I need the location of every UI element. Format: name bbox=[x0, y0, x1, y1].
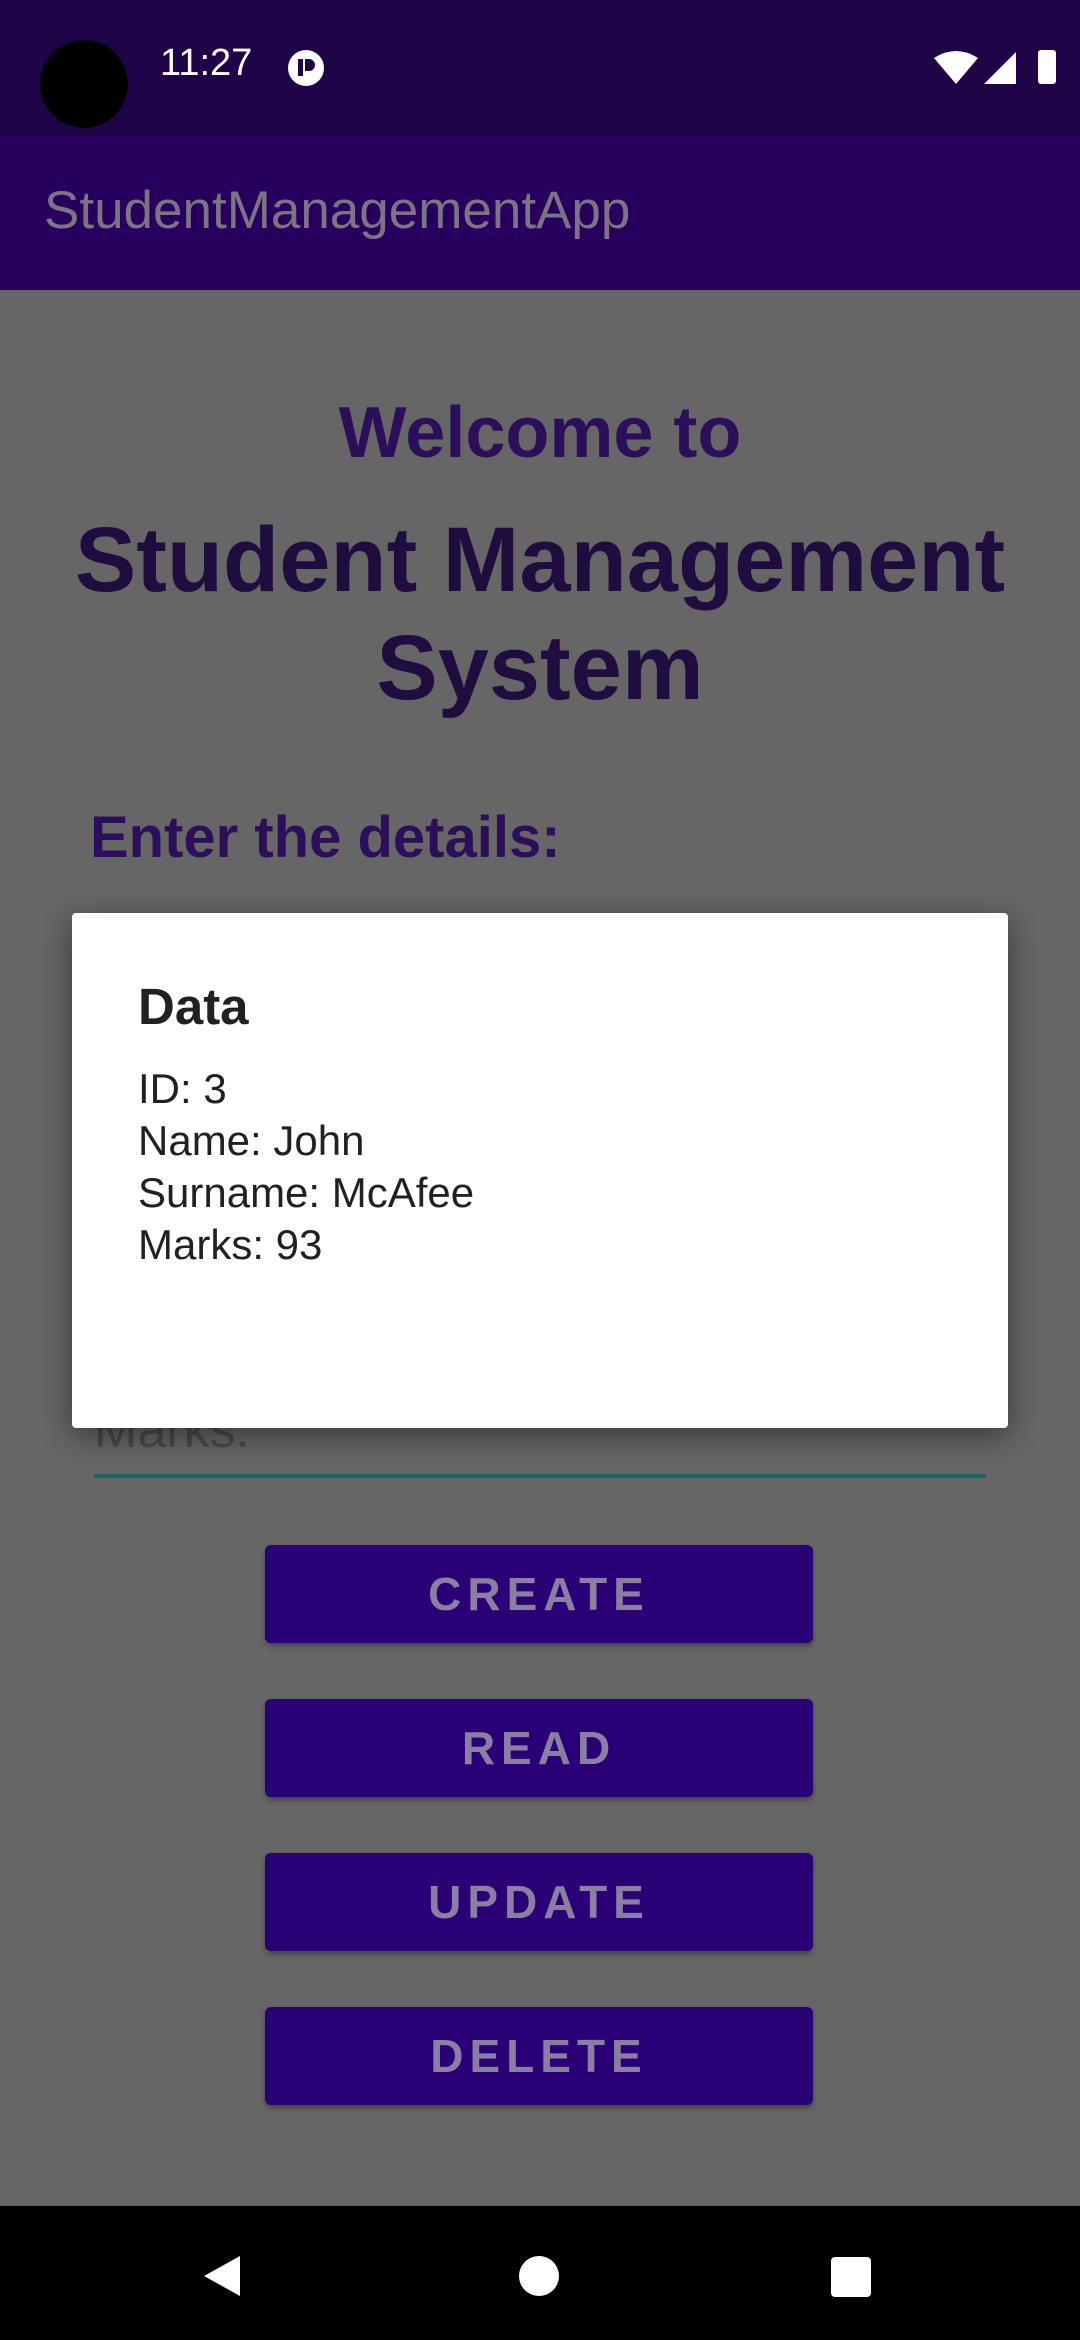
app-title: StudentManagementApp bbox=[44, 181, 631, 240]
dialog-id-line: ID: 3 bbox=[138, 1065, 227, 1112]
navigation-bar bbox=[0, 2206, 1080, 2340]
read-button[interactable]: READ bbox=[265, 1699, 813, 1797]
data-dialog[interactable]: Data ID: 3 Name: John Surname: McAfee Ma… bbox=[72, 913, 1008, 1428]
wifi-icon bbox=[934, 51, 978, 84]
dialog-title: Data bbox=[138, 978, 249, 1035]
dialog-marks-line: Marks: 93 bbox=[138, 1221, 323, 1268]
camera-cutout bbox=[40, 40, 128, 128]
cellular-signal-icon bbox=[984, 52, 1016, 84]
welcome-heading: Welcome to bbox=[338, 393, 742, 473]
status-time: 11:27 bbox=[160, 42, 253, 84]
battery-icon bbox=[1038, 50, 1056, 84]
system-title-line1: Student Management bbox=[74, 509, 1006, 611]
dialog-body: ID: 3 Name: John Surname: McAfee Marks: … bbox=[138, 1063, 474, 1271]
dialog-name-line: Name: John bbox=[138, 1117, 365, 1164]
back-icon[interactable] bbox=[200, 2254, 244, 2298]
notification-app-icon bbox=[288, 50, 324, 86]
delete-button[interactable]: DELETE bbox=[265, 2007, 813, 2105]
update-button[interactable]: UPDATE bbox=[265, 1853, 813, 1951]
dialog-surname-line: Surname: McAfee bbox=[138, 1169, 475, 1216]
system-title: Student Management System bbox=[40, 506, 1040, 722]
system-title-line2: System bbox=[376, 617, 704, 719]
recents-icon[interactable] bbox=[830, 2256, 872, 2298]
status-icons bbox=[934, 50, 1056, 84]
enter-details-label: Enter the details: bbox=[90, 805, 561, 870]
create-button[interactable]: CREATE bbox=[265, 1545, 813, 1643]
home-icon[interactable] bbox=[517, 2254, 561, 2298]
status-bar: 11:27 bbox=[0, 0, 1080, 136]
